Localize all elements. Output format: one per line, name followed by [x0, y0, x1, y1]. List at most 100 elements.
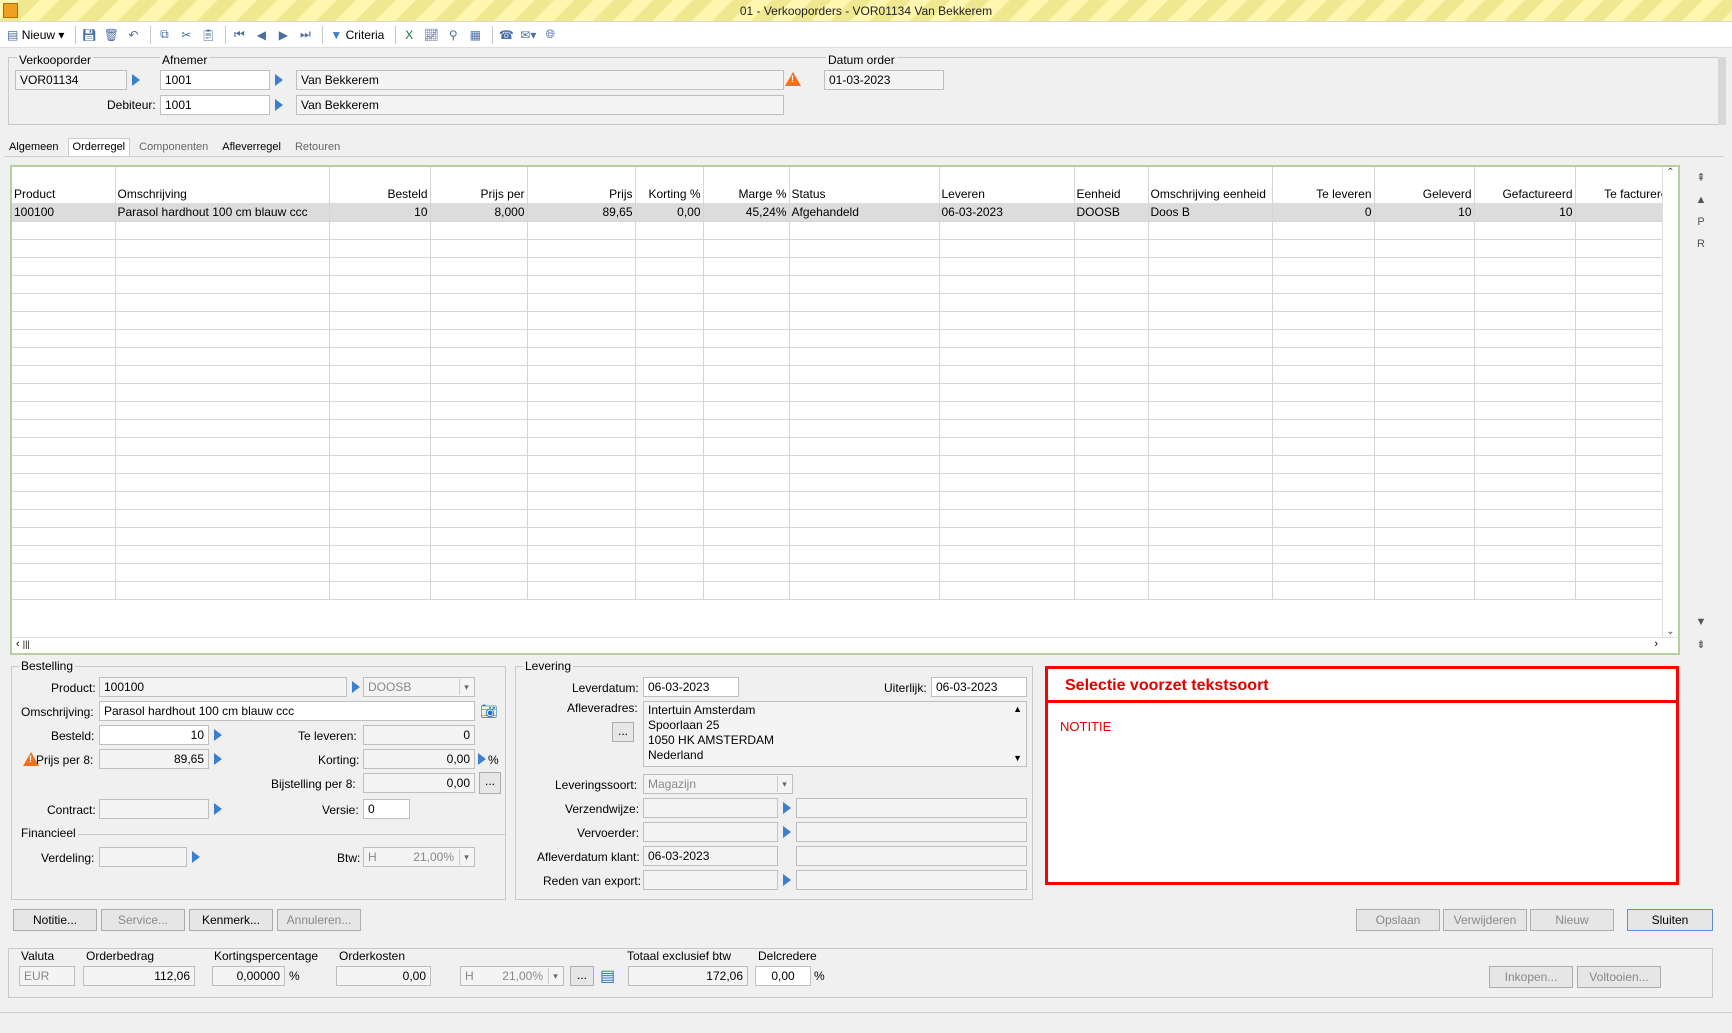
- table-cell[interactable]: [939, 509, 1075, 528]
- table-cell[interactable]: 0: [1272, 203, 1375, 222]
- table-cell[interactable]: [939, 581, 1075, 600]
- bijstelling-more-button[interactable]: ...: [479, 772, 501, 794]
- table-cell[interactable]: [1148, 347, 1273, 366]
- table-cell[interactable]: [703, 437, 790, 456]
- table-cell[interactable]: [1374, 311, 1475, 330]
- table-cell[interactable]: 06-03-2023: [939, 203, 1075, 222]
- table-cell[interactable]: [939, 239, 1075, 258]
- table-cell[interactable]: [1374, 491, 1475, 510]
- table-cell[interactable]: [1575, 509, 1671, 528]
- besteld-field[interactable]: 10: [99, 725, 209, 745]
- column-header[interactable]: Korting %: [635, 167, 704, 203]
- table-cell[interactable]: [115, 257, 330, 276]
- table-cell[interactable]: [635, 491, 704, 510]
- table-row[interactable]: [12, 275, 1671, 294]
- side-top-icon[interactable]: ⇞: [1692, 168, 1710, 188]
- scroll-up-icon[interactable]: ▲: [1013, 702, 1022, 717]
- side-up-icon[interactable]: ▲: [1692, 190, 1710, 210]
- table-cell[interactable]: [1474, 221, 1576, 240]
- table-cell[interactable]: [1272, 239, 1375, 258]
- table-cell[interactable]: [115, 509, 330, 528]
- table-cell[interactable]: [329, 383, 431, 402]
- table-cell[interactable]: [939, 419, 1075, 438]
- table-cell[interactable]: [527, 347, 636, 366]
- table-cell[interactable]: [703, 365, 790, 384]
- table-cell[interactable]: [1374, 563, 1475, 582]
- verwijderen-button[interactable]: Verwijderen: [1443, 909, 1527, 931]
- vervoerder-desc-field[interactable]: [796, 822, 1027, 842]
- table-cell[interactable]: [527, 455, 636, 474]
- table-cell[interactable]: [115, 329, 330, 348]
- table-cell[interactable]: [1074, 275, 1149, 294]
- table-row[interactable]: [12, 365, 1671, 384]
- table-cell[interactable]: [1374, 455, 1475, 474]
- table-cell[interactable]: [1374, 329, 1475, 348]
- te-leveren-field[interactable]: 0: [363, 725, 475, 745]
- table-cell[interactable]: [635, 545, 704, 564]
- column-header[interactable]: Geleverd: [1374, 167, 1475, 203]
- table-cell[interactable]: [1148, 563, 1273, 582]
- orderbedrag-field[interactable]: 112,06: [83, 966, 195, 986]
- table-cell[interactable]: [1148, 509, 1273, 528]
- table-cell[interactable]: [430, 491, 528, 510]
- table-cell[interactable]: [1148, 257, 1273, 276]
- table-cell[interactable]: [1374, 347, 1475, 366]
- table-cell[interactable]: [1474, 347, 1576, 366]
- product-field[interactable]: 100100: [99, 677, 347, 697]
- table-cell[interactable]: [703, 419, 790, 438]
- table-cell[interactable]: [12, 239, 116, 258]
- table-cell[interactable]: [789, 491, 940, 510]
- tab-afleverregel[interactable]: Afleverregel: [217, 138, 286, 156]
- korting-field[interactable]: 0,00: [363, 749, 475, 769]
- table-cell[interactable]: [635, 563, 704, 582]
- column-header[interactable]: Leveren: [939, 167, 1075, 203]
- table-cell[interactable]: [1575, 329, 1671, 348]
- table-cell[interactable]: [329, 509, 431, 528]
- table-cell[interactable]: [703, 275, 790, 294]
- verkooporder-field[interactable]: VOR01134: [15, 70, 127, 90]
- table-cell[interactable]: 89,65: [527, 203, 636, 222]
- tab-retouren[interactable]: Retouren: [290, 138, 345, 156]
- table-cell[interactable]: [635, 293, 704, 312]
- table-cell[interactable]: [1074, 257, 1149, 276]
- table-cell[interactable]: [1575, 221, 1671, 240]
- table-cell[interactable]: [430, 545, 528, 564]
- table-cell[interactable]: [939, 347, 1075, 366]
- column-header[interactable]: Te leveren: [1272, 167, 1375, 203]
- table-cell[interactable]: [1074, 239, 1149, 258]
- grid-vertical-scrollbar[interactable]: ⌃ ⌄: [1662, 167, 1678, 637]
- table-cell[interactable]: [939, 563, 1075, 582]
- table-cell[interactable]: [12, 383, 116, 402]
- table-cell[interactable]: [12, 365, 116, 384]
- debiteur-arrow-icon[interactable]: [275, 99, 283, 111]
- table-row[interactable]: [12, 563, 1671, 582]
- reden-export-desc-field[interactable]: [796, 870, 1027, 890]
- table-cell[interactable]: [1272, 293, 1375, 312]
- unit-select[interactable]: DOOSB ▾: [363, 677, 475, 697]
- table-cell[interactable]: [939, 329, 1075, 348]
- table-cell[interactable]: [1074, 221, 1149, 240]
- reden-export-arrow-icon[interactable]: [783, 874, 791, 886]
- side-down-icon[interactable]: ▼: [1692, 616, 1710, 628]
- table-cell[interactable]: [12, 329, 116, 348]
- table-cell[interactable]: [430, 293, 528, 312]
- excel-icon[interactable]: X: [400, 25, 418, 45]
- table-cell[interactable]: [1474, 437, 1576, 456]
- scroll-down-icon[interactable]: ▼: [1013, 751, 1022, 766]
- table-cell[interactable]: DOOSB: [1074, 203, 1149, 222]
- table-cell[interactable]: [1074, 545, 1149, 564]
- besteld-arrow-icon[interactable]: [214, 729, 222, 741]
- scroll-down-icon[interactable]: ⌄: [1663, 626, 1678, 637]
- table-cell[interactable]: [329, 239, 431, 258]
- table-cell[interactable]: [115, 293, 330, 312]
- table-cell[interactable]: [115, 581, 330, 600]
- table-cell[interactable]: [12, 401, 116, 420]
- table-cell[interactable]: [1474, 275, 1576, 294]
- table-cell[interactable]: [430, 419, 528, 438]
- table-cell[interactable]: [789, 383, 940, 402]
- table-cell[interactable]: [329, 563, 431, 582]
- table-cell[interactable]: [1474, 581, 1576, 600]
- table-cell[interactable]: [527, 293, 636, 312]
- table-cell[interactable]: [1575, 293, 1671, 312]
- table-cell[interactable]: [12, 275, 116, 294]
